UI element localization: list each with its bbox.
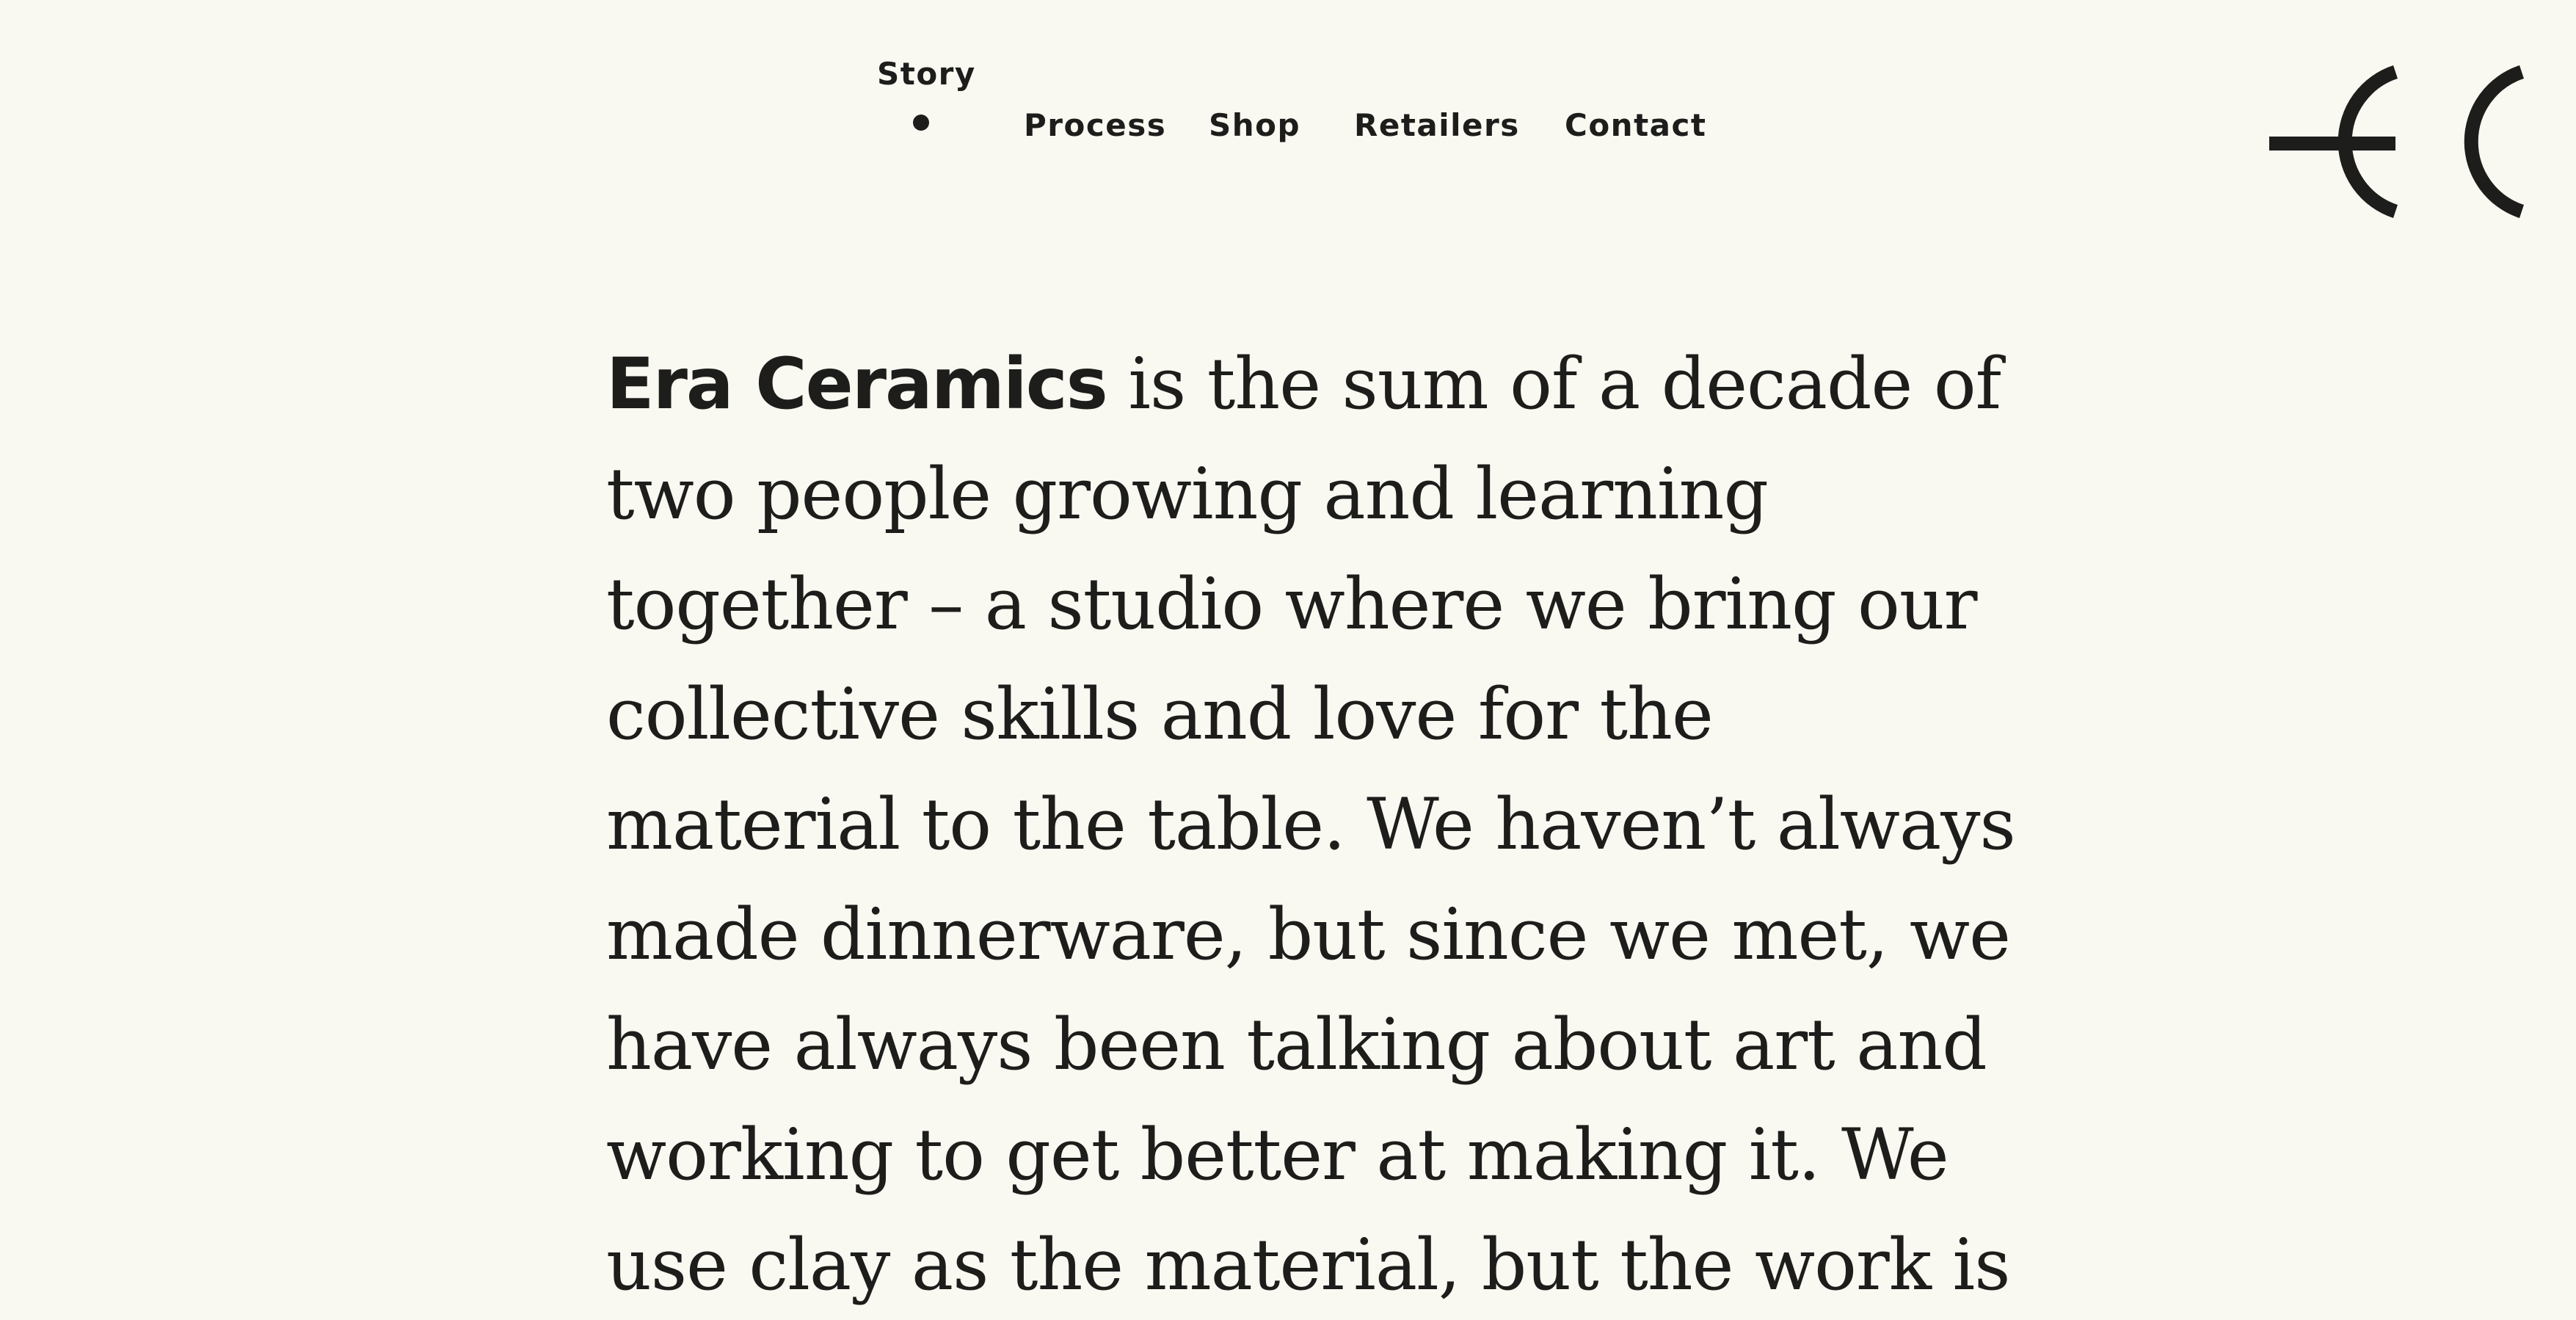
intro-line: Era Ceramics is the sum of a decade of [606, 329, 2001, 439]
intro-line: working to get better at making it. We [606, 1114, 1949, 1196]
nav-process-link[interactable]: Process [1024, 110, 1166, 141]
nav-contact-link[interactable]: Contact [1565, 110, 1706, 141]
active-indicator-dot [913, 115, 929, 131]
intro-line: together – a studio where we bring our [606, 563, 1978, 645]
era-ceramics-monogram-icon[interactable] [2269, 65, 2526, 226]
intro-line: have always been talking about art and [606, 1004, 1987, 1086]
intro-line: collective skills and love for the [606, 673, 1714, 755]
intro-line: two people growing and learning [606, 453, 1769, 535]
nav-shop-link[interactable]: Shop [1209, 110, 1300, 141]
intro-line: use clay as the material, but the work i… [606, 1224, 2010, 1306]
intro-line: material to the table. We haven’t always [606, 783, 2016, 866]
nav-story-link[interactable]: Story [877, 59, 975, 90]
main-nav: Story Process Shop Retailers Contact [877, 48, 1728, 144]
intro-line-text: is the sum of a decade of [1106, 343, 2001, 425]
intro-line: made dinnerware, but since we met, we [606, 893, 2011, 976]
brand-name: Era Ceramics [606, 343, 1108, 425]
nav-retailers-link[interactable]: Retailers [1354, 110, 1520, 141]
intro-paragraph: Era Ceramics is the sum of a decade of t… [606, 329, 2016, 1320]
